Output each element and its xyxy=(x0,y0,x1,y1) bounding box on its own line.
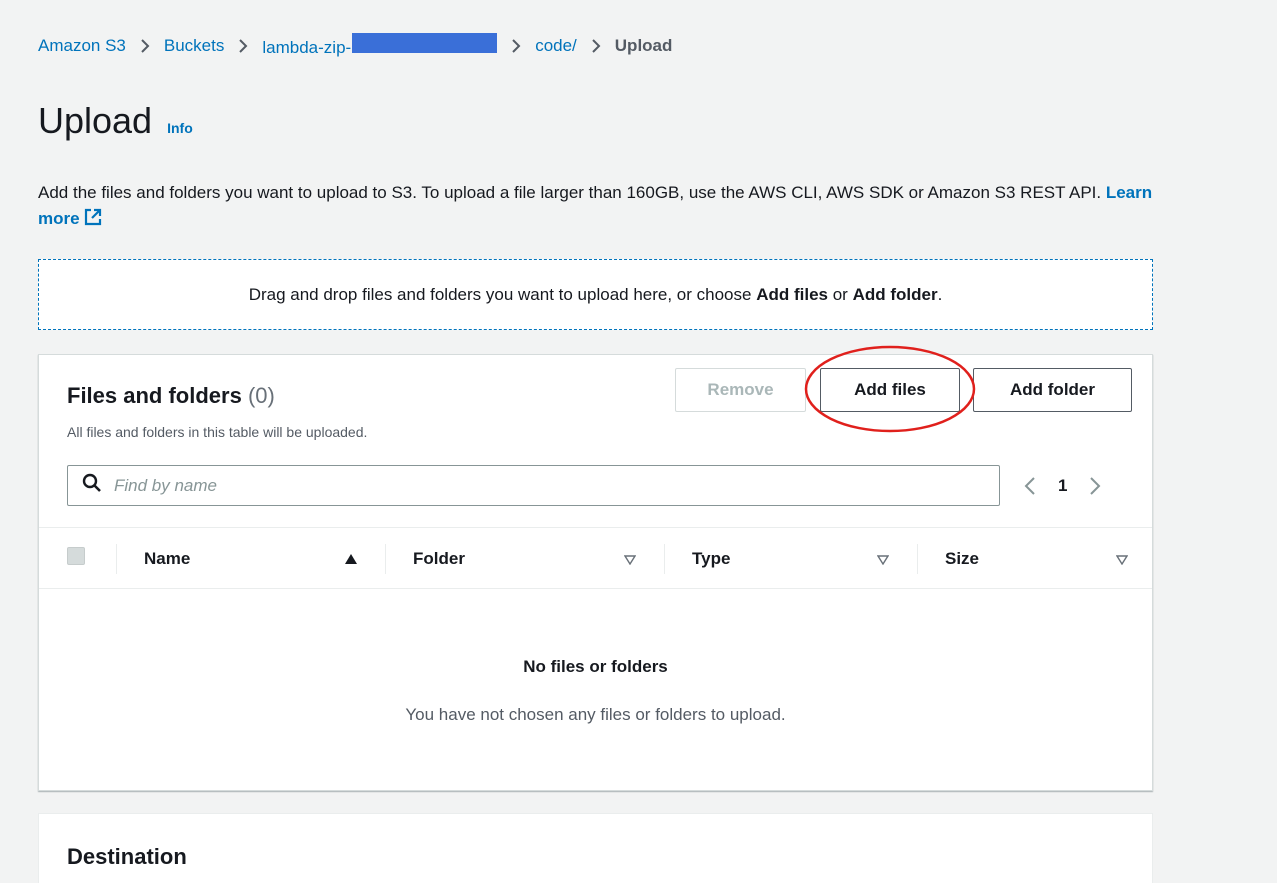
empty-state-title: No files or folders xyxy=(523,657,668,676)
chevron-left-icon[interactable] xyxy=(1024,476,1036,496)
file-count: (0) xyxy=(247,383,275,408)
redacted-block xyxy=(352,33,498,53)
info-link[interactable]: Info xyxy=(167,120,193,136)
breadcrumb-code-folder[interactable]: code/ xyxy=(535,36,577,56)
sort-icon[interactable] xyxy=(876,552,890,570)
search-placeholder: Find by name xyxy=(114,475,217,495)
column-divider xyxy=(385,544,386,574)
dropzone-end: . xyxy=(937,284,943,304)
external-link-icon xyxy=(84,208,102,234)
page-description: Add the files and folders you want to up… xyxy=(38,180,1158,234)
panel-title-text: Files and folders xyxy=(67,383,242,408)
table-header: Name Folder Type Size xyxy=(39,527,1152,589)
page-title: Upload xyxy=(38,100,153,141)
bucket-name-prefix: lambda-zip- xyxy=(262,38,352,57)
dropzone-add-folder-text: Add folder xyxy=(852,284,938,304)
column-header-folder[interactable]: Folder xyxy=(413,549,465,569)
chevron-right-icon[interactable] xyxy=(1089,476,1101,496)
dropzone-text-before: Drag and drop files and folders you want… xyxy=(248,284,752,304)
add-folder-button[interactable]: Add folder xyxy=(973,368,1132,412)
destination-title: Destination xyxy=(67,844,187,869)
chevron-right-icon xyxy=(591,38,601,54)
breadcrumb-buckets[interactable]: Buckets xyxy=(164,36,224,56)
page-number[interactable]: 1 xyxy=(1058,476,1067,496)
sort-icon[interactable] xyxy=(623,552,637,570)
column-header-type[interactable]: Type xyxy=(692,549,730,569)
breadcrumb-amazon-s3[interactable]: Amazon S3 xyxy=(38,36,126,56)
sort-ascending-icon[interactable] xyxy=(344,552,358,570)
breadcrumb-current: Upload xyxy=(614,35,673,55)
column-divider xyxy=(917,544,918,574)
panel-subtitle: All files and folders in this table will… xyxy=(67,424,368,440)
select-all-checkbox[interactable] xyxy=(67,547,85,565)
chevron-right-icon xyxy=(511,38,521,54)
search-icon xyxy=(82,473,102,498)
column-header-name[interactable]: Name xyxy=(144,549,190,569)
chevron-right-icon xyxy=(140,38,150,54)
breadcrumb-bucket-name[interactable]: lambda-zip- xyxy=(262,33,498,58)
column-header-size[interactable]: Size xyxy=(945,549,979,569)
chevron-right-icon xyxy=(238,38,248,54)
upload-page: Amazon S3 Buckets lambda-zip- code/ Uplo… xyxy=(0,0,1277,883)
column-divider xyxy=(664,544,665,574)
empty-state-description: You have not chosen any files or folders… xyxy=(405,705,786,724)
dropzone-add-files-text: Add files xyxy=(756,284,828,304)
breadcrumb: Amazon S3 Buckets lambda-zip- code/ Uplo… xyxy=(38,33,672,58)
drop-zone[interactable]: Drag and drop files and folders you want… xyxy=(38,259,1153,330)
destination-panel: Destination xyxy=(38,813,1153,883)
dropzone-text: Drag and drop files and folders you want… xyxy=(249,285,943,305)
description-text: Add the files and folders you want to up… xyxy=(38,183,1102,202)
panel-title: Files and folders (0) xyxy=(67,383,275,409)
pagination: 1 xyxy=(1024,470,1101,502)
search-input[interactable]: Find by name xyxy=(67,465,1000,506)
dropzone-or-text: or xyxy=(832,284,848,304)
sort-icon[interactable] xyxy=(1115,552,1129,570)
remove-button[interactable]: Remove xyxy=(675,368,806,412)
column-divider xyxy=(116,544,117,574)
add-files-button[interactable]: Add files xyxy=(820,368,960,412)
page-header: Upload Info xyxy=(38,100,193,142)
files-and-folders-panel: Files and folders (0) All files and fold… xyxy=(38,345,1153,791)
